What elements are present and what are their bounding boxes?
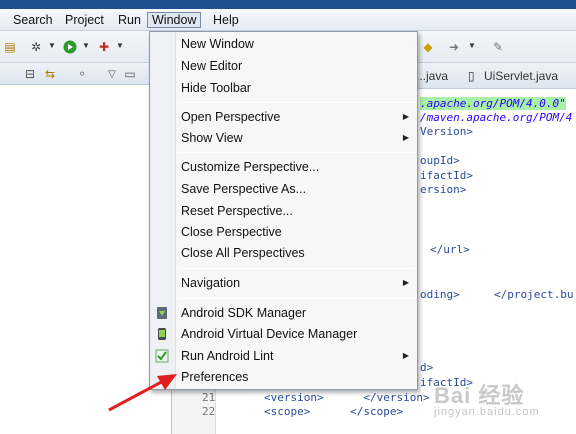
code-line[interactable]: Version> [420,125,473,138]
run-dropdown-icon[interactable]: ▼ [82,41,90,50]
menu-item-label: Hide Toolbar [181,81,251,95]
submenu-arrow-icon: ▶ [402,133,409,142]
menu-item-customize-perspective[interactable]: Customize Perspective... [176,156,417,178]
menu-separator [178,268,415,269]
menu-item-close-all-perspectives[interactable]: Close All Perspectives [176,242,417,264]
menu-item-save-perspective[interactable]: Save Perspective As... [176,178,417,200]
submenu-arrow-icon: ▶ [402,278,409,287]
menu-window[interactable]: Window [147,12,202,28]
code-line[interactable]: <version> </version> [264,391,430,404]
toolbar-icon-right-1[interactable]: ◆ [420,39,436,55]
code-line[interactable]: d> [420,361,433,374]
menu-item-android-sdk-manager[interactable]: Android SDK Manager [176,302,417,324]
menu-item-label: Reset Perspective... [181,204,293,218]
menu-item-close-perspective[interactable]: Close Perspective [176,221,417,243]
menu-separator [178,298,415,299]
menu-item-new-window[interactable]: New Window [176,33,417,55]
menu-item-navigation[interactable]: Navigation ▶ [176,272,417,294]
android-device-icon [154,326,170,342]
package-explorer-header: ⊟ ⇆ ⚬ ▽ ▭ [0,63,172,85]
collapse-all-icon[interactable]: ⊟ [22,66,38,82]
external-tools-icon[interactable]: ✚ [96,39,112,55]
menu-item-new-editor[interactable]: New Editor [176,55,417,77]
submenu-arrow-icon: ▶ [402,351,409,360]
android-sdk-icon [154,305,170,321]
menu-item-label: Save Perspective As... [181,182,307,196]
code-line[interactable]: </url> [430,243,470,256]
window-title-bar [0,0,576,9]
java-file-icon: ▯ [468,69,475,83]
submenu-arrow-icon: ▶ [402,112,409,121]
menu-item-label: Close All Perspectives [181,246,305,260]
line-number: 22 [202,405,216,418]
pin-editor-icon[interactable]: ✎ [490,39,506,55]
menu-item-label: Run Android Lint [181,349,274,363]
run-icon[interactable] [62,39,78,55]
menu-item-label: Show View [181,131,243,145]
menu-item-label: New Editor [181,59,243,73]
menu-item-reset-perspective[interactable]: Reset Perspective... [176,200,417,222]
code-line[interactable]: oupId> [420,154,460,167]
tab-uiservlet[interactable]: UiServlet.java [484,69,558,83]
menu-item-label: Navigation [181,276,241,290]
tab-java-file[interactable]: ...java [416,69,448,83]
watermark-text: Bai 经验 [434,383,525,408]
watermark-subtext: jingyan.baidu.com [434,406,540,418]
code-line[interactable]: ifactId> [420,169,473,182]
code-line[interactable]: </project.bu [494,288,573,301]
menu-project[interactable]: Project [61,12,108,28]
menu-item-label: Open Perspective [181,110,281,124]
forward-dropdown-icon[interactable]: ▼ [468,41,476,50]
code-line[interactable]: oding> [420,288,460,301]
code-line[interactable]: <scope> </scope> [264,405,403,418]
view-menu-icon[interactable]: ▽ [104,66,120,82]
lint-check-icon [154,348,170,364]
annotation-arrow-icon [108,374,177,412]
code-line[interactable]: ersion> [420,183,466,196]
menu-search[interactable]: Search [9,12,57,28]
window-dropdown-menu: New Window New Editor Hide Toolbar Open … [149,31,418,390]
menu-item-label: Close Perspective [181,225,282,239]
menu-item-run-android-lint[interactable]: Run Android Lint ▶ [176,345,417,367]
menu-separator [178,102,415,103]
focus-icon[interactable]: ⚬ [74,66,90,82]
menu-separator [178,152,415,153]
menu-item-hide-toolbar[interactable]: Hide Toolbar [176,77,417,99]
forward-icon[interactable]: ➜ [446,39,462,55]
menu-bar: Search Project Run Window Help [0,9,576,31]
debug-icon[interactable]: ✲ [28,39,44,55]
menu-item-label: Android Virtual Device Manager [181,327,358,341]
code-line[interactable]: /maven.apache.org/POM/4 [420,111,572,124]
menu-item-label: Android SDK Manager [181,306,307,320]
menu-item-android-virtual-device-manager[interactable]: Android Virtual Device Manager [176,323,417,345]
menu-item-label: New Window [181,37,254,51]
menu-item-open-perspective[interactable]: Open Perspective ▶ [176,106,417,128]
new-file-icon[interactable]: ▤ [2,39,18,55]
menu-item-preferences[interactable]: Preferences [176,366,417,388]
watermark: Bai 经验 jingyan.baidu.com [434,378,540,418]
menu-run[interactable]: Run [114,12,145,28]
line-number: 21 [202,391,216,404]
menu-item-show-view[interactable]: Show View ▶ [176,127,417,149]
minimize-icon[interactable]: ▭ [122,66,138,82]
menu-item-label: Customize Perspective... [181,160,320,174]
link-with-editor-icon[interactable]: ⇆ [42,66,58,82]
external-tools-dropdown-icon[interactable]: ▼ [116,41,124,50]
menu-help[interactable]: Help [209,12,243,28]
debug-dropdown-icon[interactable]: ▼ [48,41,56,50]
menu-item-label: Preferences [181,370,249,384]
code-line[interactable]: .apache.org/POM/4.0.0" [420,97,566,110]
